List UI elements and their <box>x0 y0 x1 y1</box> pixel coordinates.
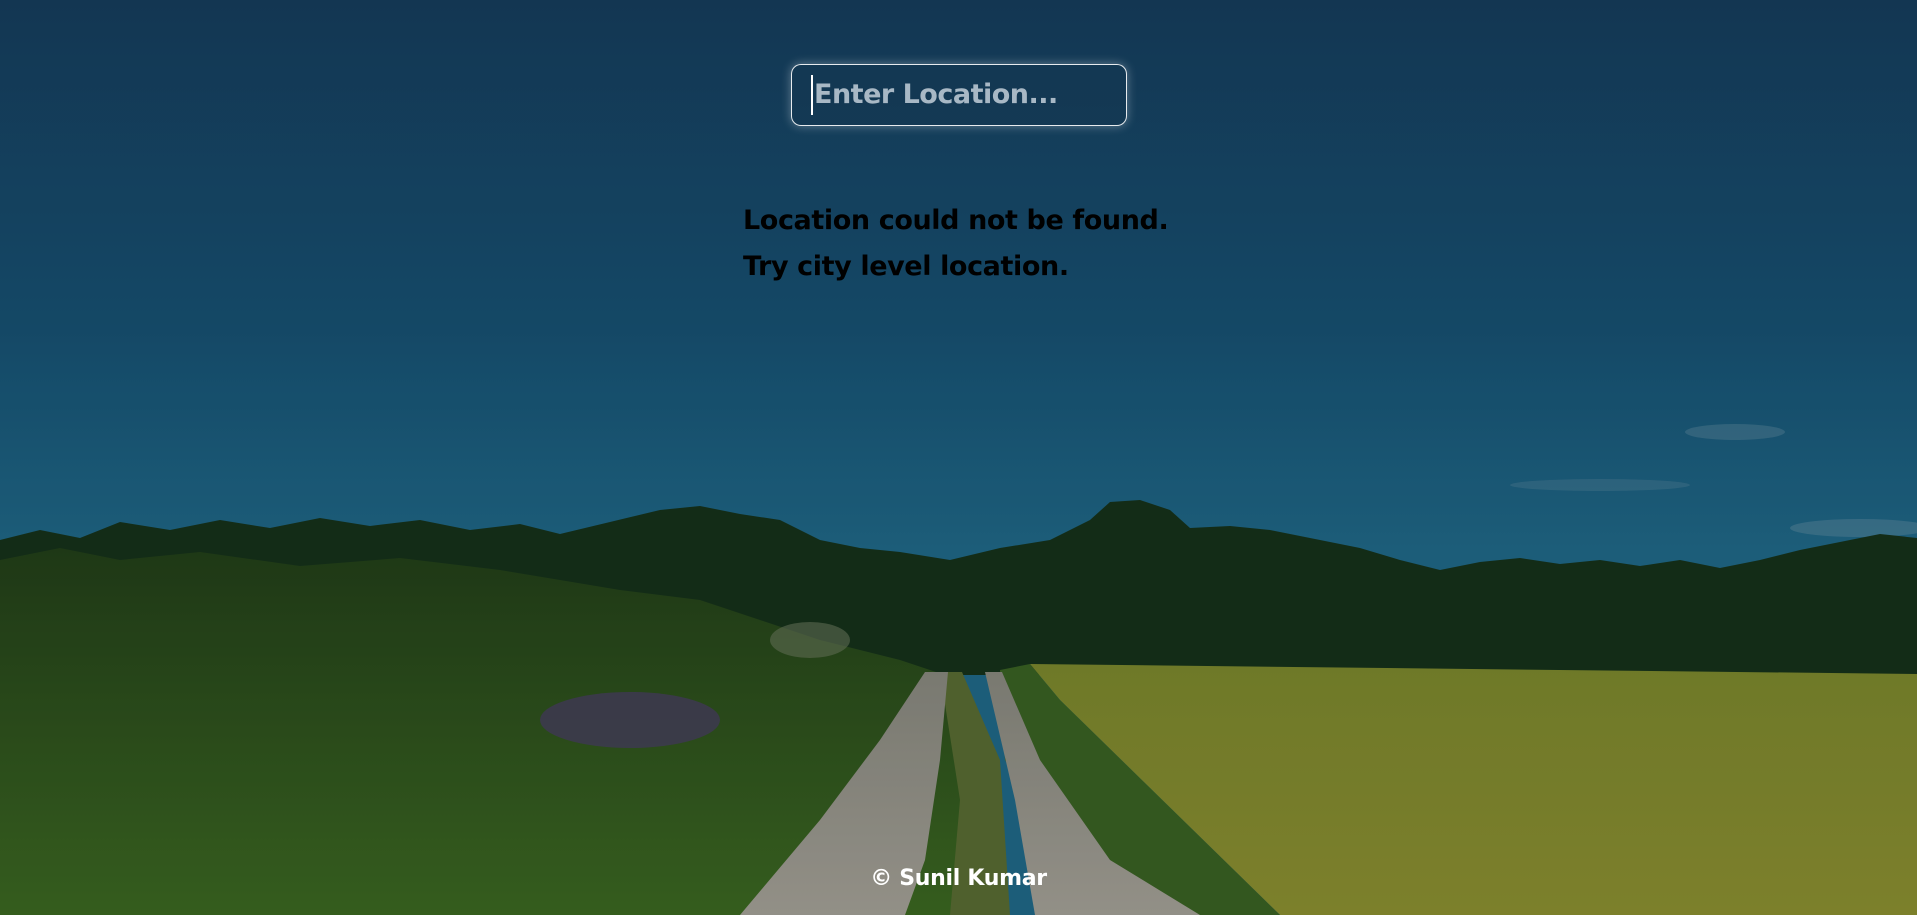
error-message: Location could not be found. Try city le… <box>743 198 1169 290</box>
error-message-line-2: Try city level location. <box>743 251 1069 282</box>
background-overlay <box>0 0 1917 915</box>
search-box[interactable] <box>791 64 1127 126</box>
error-message-line-1: Location could not be found. <box>743 205 1169 236</box>
location-search-input[interactable] <box>810 65 1114 123</box>
text-cursor <box>811 75 813 115</box>
footer-credit: © Sunil Kumar <box>870 866 1047 891</box>
weather-app-page: Location could not be found. Try city le… <box>0 0 1917 915</box>
